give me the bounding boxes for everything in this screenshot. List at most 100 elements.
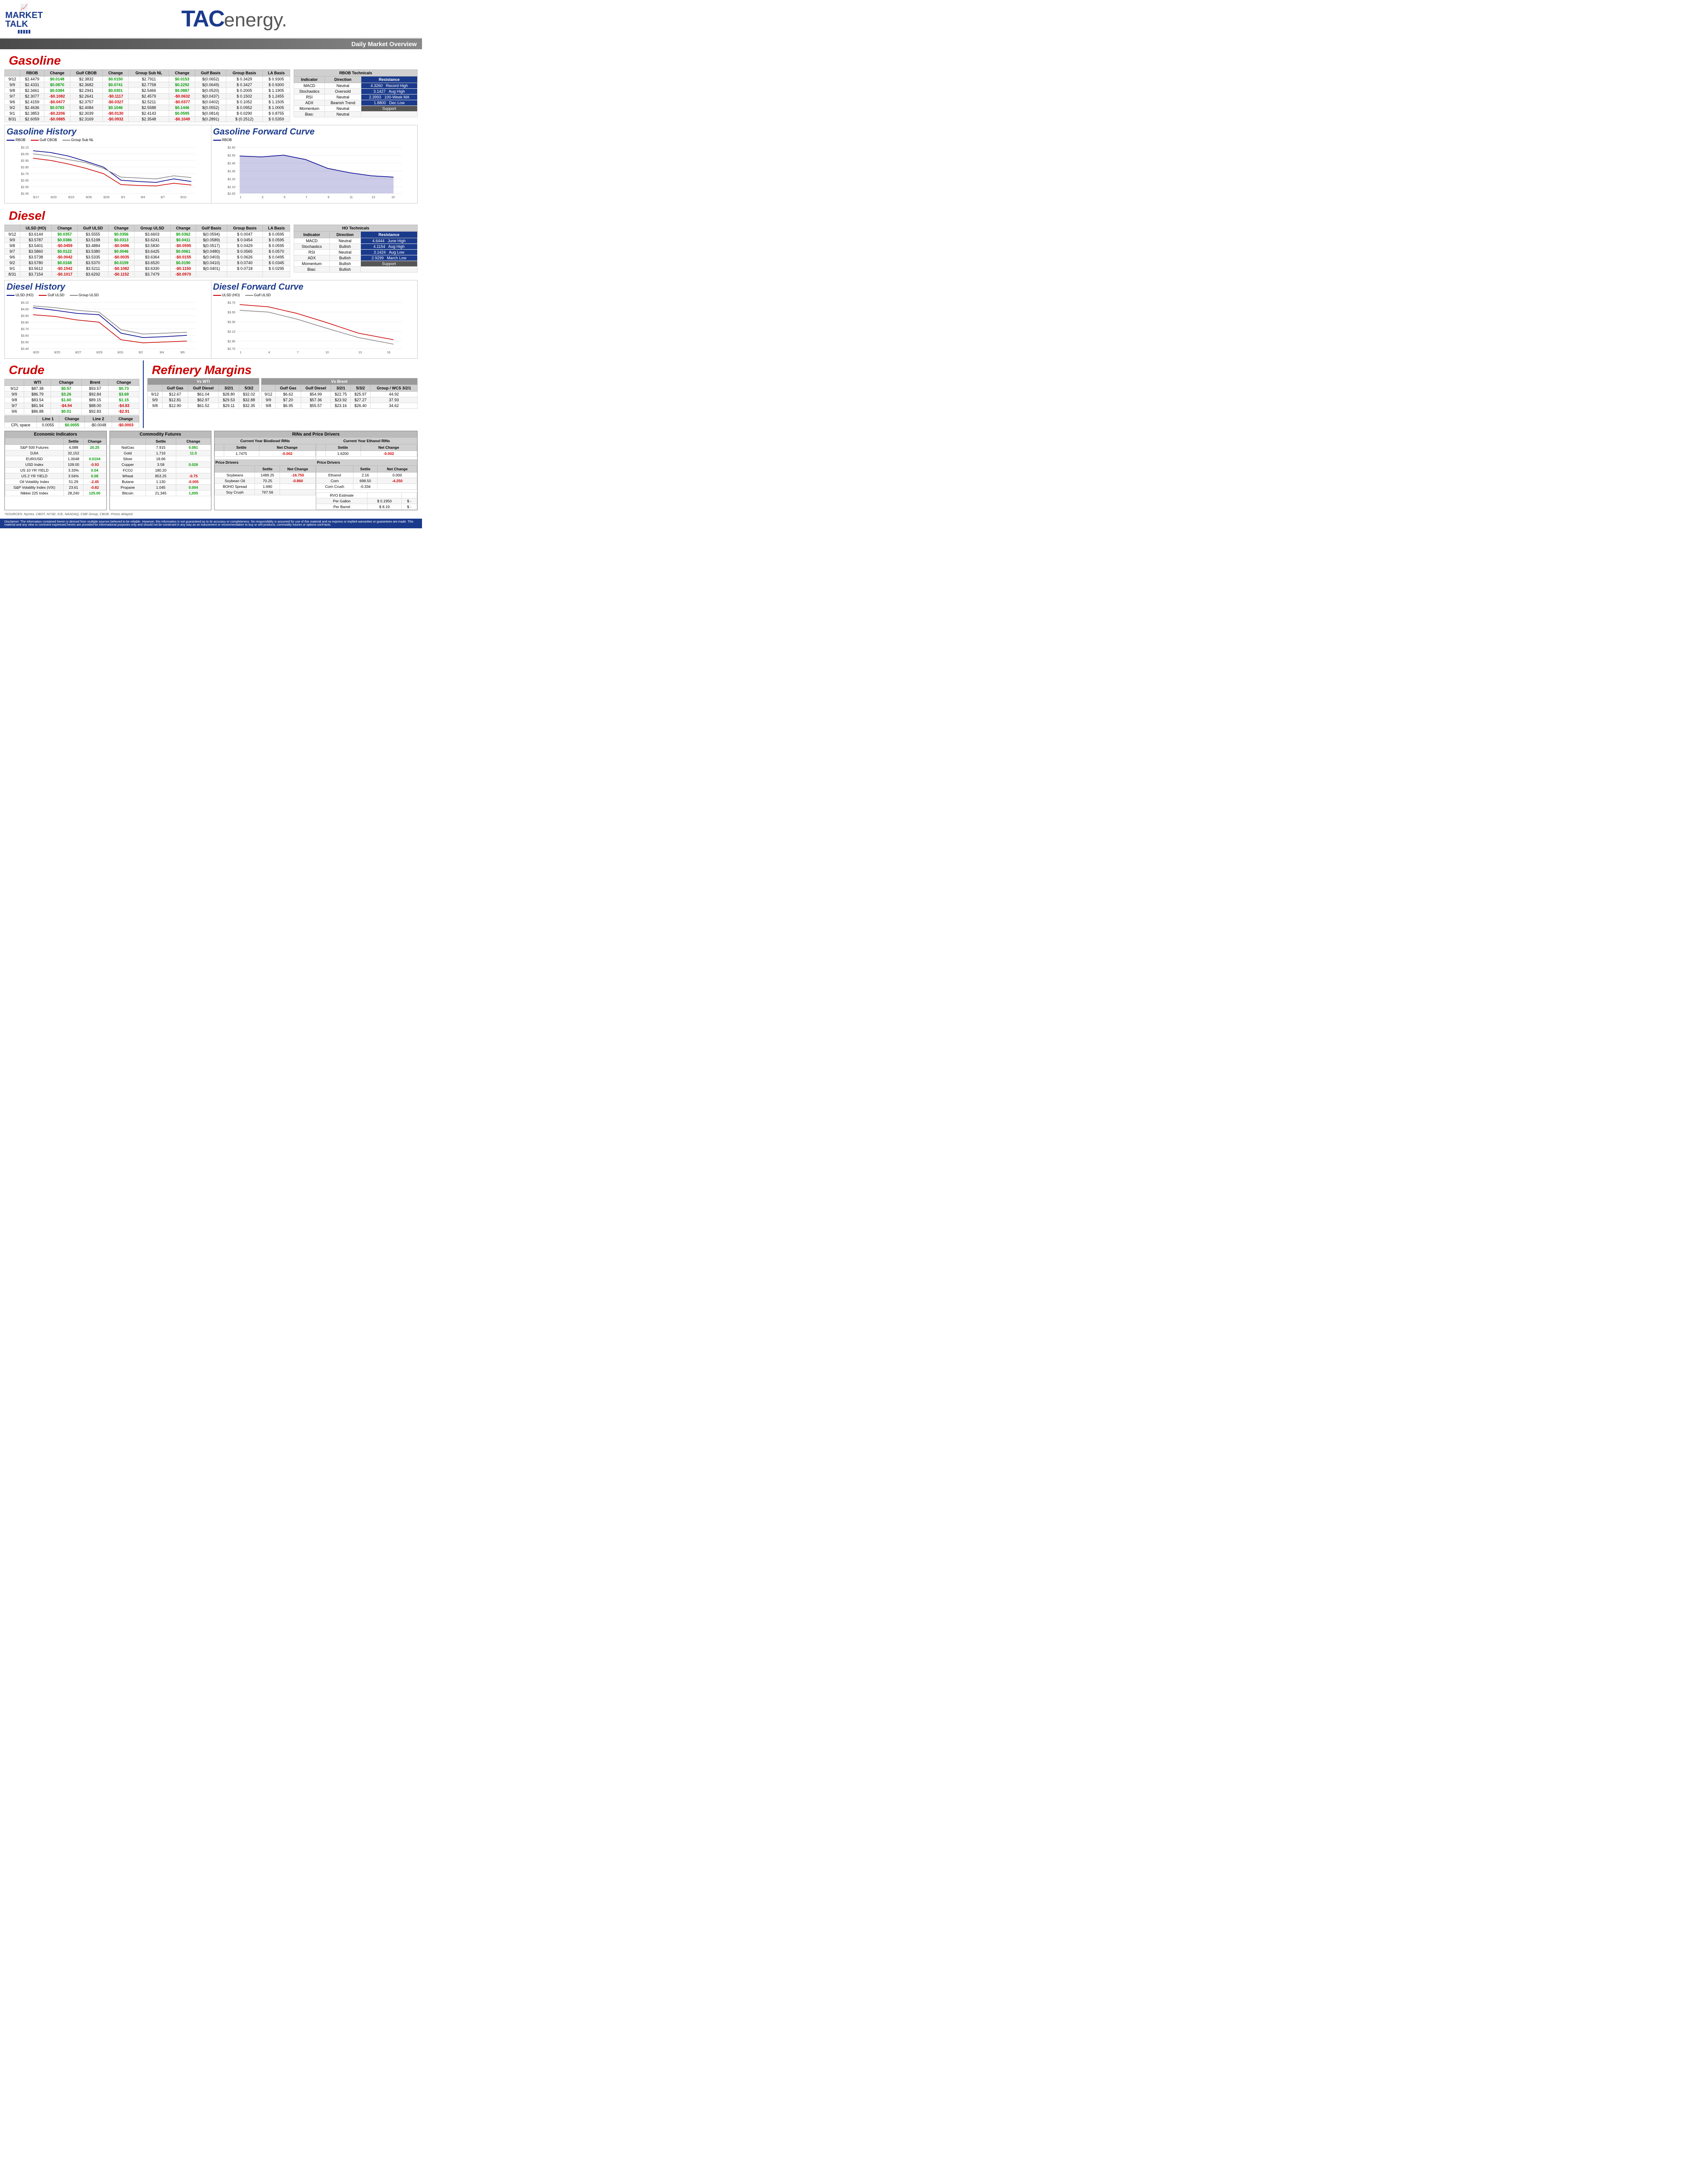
col-gulf-cbob: Gulf CBOB — [70, 70, 102, 76]
table-row: 9/12$12.67$61.04$28.80$32.02 — [148, 392, 259, 397]
gasoline-technicals: RBOB Technicals Indicator Direction Resi… — [294, 69, 418, 122]
diesel-price-table: ULSD (HO) Change Gulf ULSD Change Group … — [4, 225, 290, 277]
table-row: Propane 1.045 0.004 — [110, 485, 211, 491]
svg-text:$3.05: $3.05 — [21, 153, 29, 156]
energy-text: energy. — [224, 9, 287, 31]
svg-text:$2.95: $2.95 — [21, 160, 29, 163]
table-row: RSINeutral3.1424 Aug Low — [294, 250, 418, 255]
diesel-history-legend: ULSD (HO) Gulf ULSD Group ULSD — [7, 293, 209, 297]
table-row: 9/9$7.20$57.36$23.92$27.2737.93 — [261, 397, 417, 403]
table-row: Corn Crush-0.334 — [316, 484, 417, 490]
svg-text:$2.30: $2.30 — [227, 170, 235, 173]
diesel-history-svg: $4.10 $4.00 $3.90 $3.80 $3.70 $3.60 $3.5… — [7, 298, 209, 355]
table-row: 9/7 $81.94 -$4.94 $88.00 -$4.83 — [5, 403, 139, 409]
table-row: 9/8$6.95$55.57$23.16$26.4034.62 — [261, 403, 417, 409]
table-row: 9/9$12.81$62.97$29.53$32.88 — [148, 397, 259, 403]
crude-title: Crude — [4, 360, 139, 378]
col-change3: Change — [169, 70, 195, 76]
table-row: Silver 18.66 — [110, 456, 211, 462]
diesel-technicals: HO Technicals Indicator Direction Resist… — [294, 225, 418, 277]
d-col-ulsd: ULSD (HO) — [20, 225, 52, 232]
svg-text:$2.00: $2.00 — [227, 193, 235, 196]
table-row: 9/6 $86.88 $0.01 $92.83 -$2.91 — [5, 409, 139, 414]
gasoline-forward-title: Gasoline Forward Curve — [213, 127, 416, 137]
diesel-charts-row: Diesel History ULSD (HO) Gulf ULSD Group… — [4, 280, 418, 359]
svg-text:9/4: 9/4 — [160, 351, 164, 354]
price-drivers-left-title: Price Drivers — [215, 459, 316, 465]
svg-text:9/1: 9/1 — [121, 196, 125, 199]
d-col-gulf-basis: Gulf Basis — [196, 225, 227, 232]
svg-text:9/7: 9/7 — [160, 196, 165, 199]
diesel-history-chart: Diesel History ULSD (HO) Gulf ULSD Group… — [5, 280, 211, 358]
d-col-la-basis: LA Basis — [263, 225, 290, 232]
svg-text:$2.45: $2.45 — [21, 193, 29, 196]
table-row: FCOJ 180.20 — [110, 468, 211, 473]
table-row: USD Index 109.00 -0.93 — [5, 462, 106, 468]
tech-col-indicator: Indicator — [294, 76, 325, 83]
gasoline-history-title: Gasoline History — [7, 127, 209, 137]
svg-text:$4.10: $4.10 — [21, 302, 29, 305]
diesel-history-title: Diesel History — [7, 282, 209, 292]
svg-text:8/27: 8/27 — [75, 351, 81, 354]
diesel-forward-legend: ULSD (HO) Gulf ULSD — [213, 293, 416, 297]
tac-energy-logo: TACenergy. — [52, 6, 417, 32]
table-row: 9/2 $3.5780 $0.0168 $3.5370 $0.0159 $3.6… — [5, 260, 290, 266]
svg-text:8/25: 8/25 — [54, 351, 60, 354]
gasoline-history-svg: $3.15 $3.05 $2.95 $2.85 $2.75 $2.65 $2.5… — [7, 143, 209, 200]
table-row: BOHO Spread1.690 — [215, 484, 316, 490]
svg-text:$3.70: $3.70 — [227, 302, 235, 305]
refinery-tables: Vs WTI Gulf Gas Gulf Diesel 3/2/1 5/3/2 … — [147, 378, 418, 409]
svg-text:8/20: 8/20 — [33, 351, 39, 354]
svg-text:13: 13 — [358, 351, 362, 354]
svg-text:9: 9 — [327, 196, 329, 199]
svg-text:4: 4 — [268, 351, 270, 354]
table-row: 1.6200 -0.002 — [316, 451, 417, 457]
footer-disclaimer: Disclaimer: The information contained he… — [0, 519, 422, 528]
d-col-group-basis: Group Basis — [227, 225, 263, 232]
table-row: RSINeutral2.3993 100-Week MA — [294, 94, 418, 100]
d-col-gulf-ulsd: Gulf ULSD — [77, 225, 109, 232]
crude-section: Crude WTI Change Brent Change 9/12 $87.3… — [4, 360, 144, 428]
svg-text:8/17: 8/17 — [33, 196, 39, 199]
table-row: 8/31 $2.6059 -$0.0885 $2.3169 -$0.0932 $… — [5, 116, 290, 122]
svg-text:$2.40: $2.40 — [227, 162, 235, 165]
diesel-section: Diesel ULSD (HO) Change Gulf ULSD Change… — [0, 204, 422, 277]
table-row: MomentumNeutralSupport — [294, 106, 418, 112]
svg-text:10: 10 — [325, 351, 329, 354]
table-row: NatGas 7.915 0.081 — [110, 445, 211, 451]
ho-col-direction: Direction — [330, 232, 361, 238]
logo-text: MARKETTALK — [5, 11, 43, 29]
svg-text:$3.90: $3.90 — [21, 315, 29, 318]
svg-text:$2.85: $2.85 — [21, 166, 29, 169]
diesel-title: Diesel — [4, 206, 418, 224]
price-drivers-right-title: Price Drivers — [316, 459, 417, 465]
table-row: 9/6 $3.5738 -$0.0042 $3.5335 -$0.0035 $3… — [5, 254, 290, 260]
table-row: 9/12 $2.4479 $0.0148 $2.3832 $0.0150 $2.… — [5, 76, 290, 82]
table-row: Butane 1.130 -0.005 — [110, 479, 211, 485]
commodity-futures-box: Commodity Futures Settle Change NatGas 7… — [109, 431, 212, 510]
table-row: Oil Volatility Index 51.29 -2.45 — [5, 479, 106, 485]
refinery-title: Refinery Margins — [147, 360, 418, 378]
table-row: ADXBullish2.9299 March Low — [294, 255, 418, 261]
col-date — [5, 70, 20, 76]
commodity-header: Commodity Futures — [110, 431, 211, 438]
table-row: StochasticsOversold3.1427 Aug High — [294, 89, 418, 94]
svg-text:8/23: 8/23 — [68, 196, 74, 199]
rins-content: Current Year Biodiesel RINs SettleNet Ch… — [215, 438, 417, 510]
svg-text:$2.75: $2.75 — [21, 173, 29, 176]
rins-right: Current Year Ethanol RINs SettleNet Chan… — [316, 438, 417, 510]
ethanol-title: Current Year Ethanol RINs — [316, 438, 417, 444]
svg-text:$3.40: $3.40 — [21, 348, 29, 351]
economic-indicators-box: Economic Indicators Settle Change S&P 50… — [4, 431, 107, 510]
svg-text:9/10: 9/10 — [180, 196, 186, 199]
svg-text:$3.80: $3.80 — [21, 321, 29, 324]
table-row: 9/1 $2.3853 -$0.2206 $2.3039 -$0.0130 $2… — [5, 111, 290, 116]
table-row: 9/12$6.62$54.99$22.75$25.9744.92 — [261, 392, 417, 397]
svg-text:$2.10: $2.10 — [227, 186, 235, 189]
table-row: 9/7 $2.3077 -$0.1082 $2.2641 -$0.1117 $2… — [5, 94, 290, 99]
d-col-change2: Change — [109, 225, 134, 232]
svg-text:$3.50: $3.50 — [21, 341, 29, 344]
footer-sources: *SOURCES: Nymex, CBOT, NYSE, ICE, NASDAQ… — [0, 510, 422, 518]
diesel-forward-svg: $3.70 $3.50 $3.30 $3.10 $2.90 $2.70 1 4 … — [213, 298, 416, 355]
table-row: 9/2 $2.4636 $0.0783 $2.4084 $0.1046 $2.5… — [5, 105, 290, 111]
